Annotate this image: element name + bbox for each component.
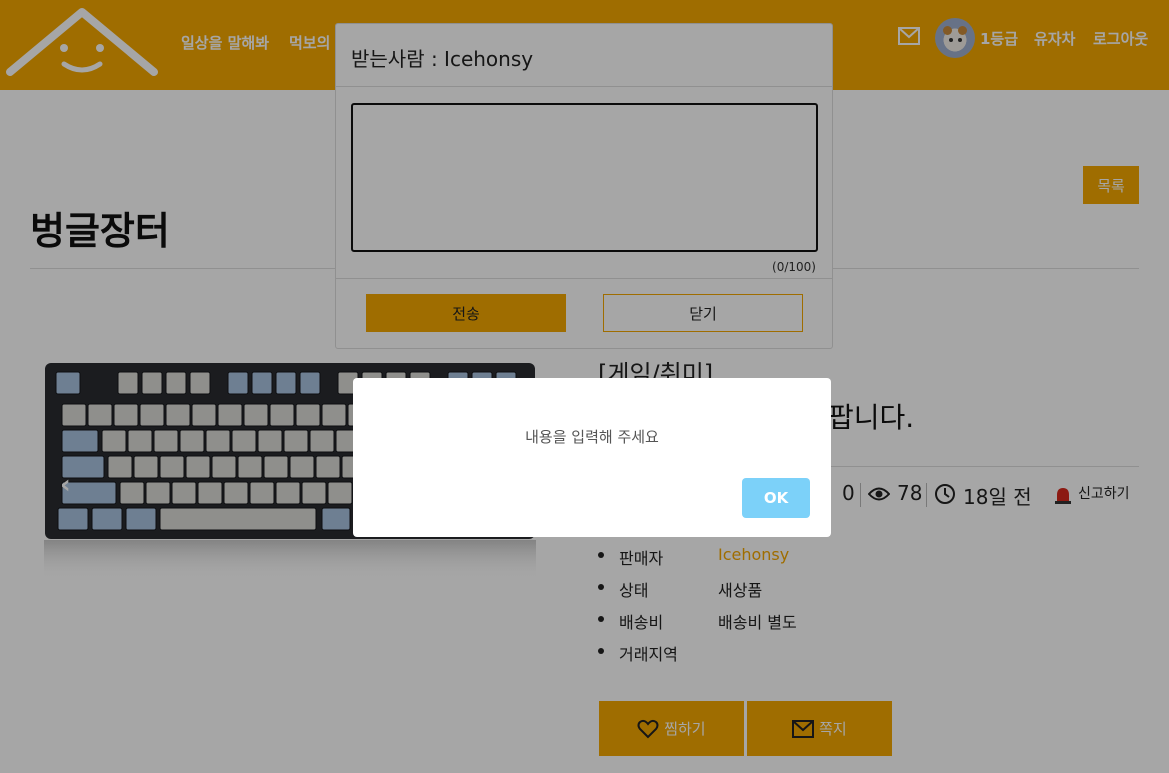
alert-dialog: 내용을 입력해 주세요 OK <box>353 378 831 537</box>
ok-button[interactable]: OK <box>742 478 810 518</box>
alert-message: 내용을 입력해 주세요 <box>525 428 659 446</box>
